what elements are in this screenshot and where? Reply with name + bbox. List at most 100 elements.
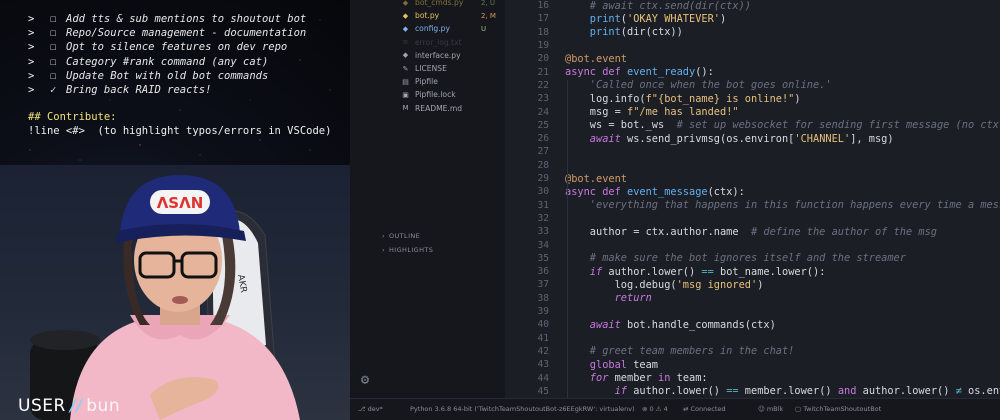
code-text: # await ctx.send(dir(ctx)): [565, 0, 751, 12]
code-text: print('OKAY WHATEVER'): [565, 13, 726, 25]
code-text: if author.lower() == member.lower() and …: [565, 385, 1000, 397]
code-line: 31 'everything that happens in this func…: [505, 199, 1000, 212]
todo-text: Add tts & sub mentions to shoutout bot: [66, 13, 307, 25]
highlights-label: HIGHLIGHTS: [389, 246, 434, 254]
code-line: 30 async def event_message(ctx):: [505, 185, 745, 198]
line-number: 20: [537, 53, 549, 65]
highlights-section-header[interactable]: › HIGHLIGHTS: [382, 246, 433, 254]
python-file-icon: ◆: [402, 24, 409, 33]
checkbox-icon: ☐: [50, 41, 57, 54]
explorer-file-item[interactable]: ▤ Pipfile: [350, 75, 505, 88]
code-token: global: [565, 358, 634, 371]
file-list: ◆ bot_cmds.py 2, U ◆ bot.py 2, M ◆ config.py U ≡ e…: [350, 0, 505, 115]
code-line: 41: [505, 332, 565, 345]
python-file-icon: ◆: [402, 0, 409, 7]
checkmark-icon: ✓: [50, 84, 57, 97]
todo-text: Update Bot with old bot commands: [66, 69, 269, 82]
code-text: async def event_message(ctx):: [565, 186, 745, 198]
explorer-file-item[interactable]: ◆ bot_cmds.py 2, U: [350, 0, 505, 9]
code-line: 40 await bot.handle_commands(ctx): [505, 318, 775, 331]
line-number: 23: [537, 93, 549, 105]
svg-text:ΛSΛN: ΛSΛN: [157, 194, 204, 212]
code-line: 36 if author.lower() == bot_name.lower()…: [505, 265, 825, 278]
code-token: 'Called once when the bot goes online.': [565, 79, 832, 92]
code-token: async def: [565, 185, 627, 198]
liveshare-status[interactable]: ⇄ Connected: [683, 405, 726, 413]
code-line: 25 ws = bot._ws # set up websocket for s…: [505, 119, 1000, 132]
code-token: in: [658, 372, 677, 385]
code-token: (ctx):: [707, 185, 745, 198]
channel-brand: USER//bun: [18, 396, 120, 416]
line-number: 25: [537, 119, 549, 131]
connected-label: Connected: [690, 405, 726, 413]
explorer-file-item[interactable]: ≡ error_log.txt: [350, 36, 505, 49]
explorer-file-item[interactable]: ◆ config.py U: [350, 22, 505, 35]
file-name: README.md: [415, 103, 463, 113]
line-number: 32: [537, 212, 549, 224]
code-text: 'everything that happens in this functio…: [565, 199, 1000, 211]
code-token: 'msg ignored': [676, 278, 758, 291]
todo-text: Bring back RAID reacts!: [66, 84, 212, 97]
line-number: 30: [537, 186, 549, 198]
code-token: 'everything that happens in this functio…: [565, 199, 1000, 212]
todo-item: > ☐ Update Bot with old bot commands: [28, 69, 306, 83]
todo-item: > ☐ Opt to silence features on dev repo: [28, 40, 306, 54]
explorer-file-item[interactable]: M README.md: [350, 102, 505, 115]
code-text: log.info(f"{bot_name} is online!"): [565, 93, 801, 105]
file-name: bot.py: [415, 11, 440, 21]
todo-text: Category #rank command (any cat): [66, 55, 269, 68]
code-text: # greet team members in the chat!: [565, 345, 795, 357]
file-name: Pipfile: [415, 77, 438, 87]
code-line: 44 for member in team:: [505, 371, 707, 385]
code-text: @bot.event: [565, 53, 627, 65]
code-token: @bot.event: [565, 172, 627, 185]
code-text: print(dir(ctx)): [565, 26, 683, 38]
line-number: 36: [537, 266, 549, 278]
explorer-file-item[interactable]: ✎ LICENSE: [350, 62, 505, 75]
bullet-arrow-icon: >: [28, 27, 35, 40]
branch-name: dev*: [367, 405, 383, 413]
code-token: member.lower(): [738, 385, 838, 398]
python-file-icon: ◆: [402, 11, 409, 20]
code-token: ], msg): [850, 132, 894, 145]
code-token: author.lower(): [862, 385, 956, 398]
code-text-area[interactable]: 16 # await ctx.send(dir(ctx)) 17 print('O…: [505, 0, 1000, 398]
outline-section-header[interactable]: › OUTLINE: [382, 232, 420, 240]
todo-item: > ✓ Bring back RAID reacts!: [28, 83, 306, 97]
todo-text: Repo/Source management - documentation: [66, 27, 307, 40]
explorer-file-item[interactable]: ◆ interface.py: [350, 49, 505, 62]
explorer-file-item[interactable]: ◆ bot.py 2, M: [350, 9, 505, 22]
code-token: f"{bot_name} is online!": [645, 92, 795, 105]
line-number: 28: [537, 159, 549, 171]
python-interpreter-status[interactable]: Python 3.6.8 64-bit ('TwitchTeamShoutout…: [410, 405, 635, 413]
code-token: author.lower(): [633, 385, 727, 398]
line-number: 19: [537, 40, 549, 52]
code-text: # make sure the bot ignores itself and t…: [565, 252, 906, 264]
code-token: ws = bot._ws: [565, 119, 677, 132]
code-text: author = ctx.author.name # define the au…: [565, 226, 937, 238]
code-line: 43 global team: [505, 358, 658, 371]
code-token: ): [757, 278, 764, 291]
todo-list: > ☐ Add tts & sub mentions to shoutout bot…: [28, 12, 306, 97]
code-line: 19: [505, 39, 565, 52]
line-number: 41: [537, 332, 549, 344]
gear-icon[interactable]: ⚙: [357, 372, 373, 388]
code-text: await ws.send_privmsg(os.environ['CHANNE…: [565, 133, 894, 145]
code-token: log.debug(: [565, 278, 677, 291]
brand-part1: USER: [18, 396, 66, 416]
account-status[interactable]: ☺ mBlk: [758, 405, 783, 413]
code-token: # define the author of the msg: [750, 225, 937, 238]
problems-status[interactable]: ⊗ 0 ⚠ 4: [642, 405, 668, 413]
git-branch-status[interactable]: ⎇ dev*: [358, 405, 383, 413]
text-file-icon: ≡: [402, 38, 409, 47]
bullet-arrow-icon: >: [28, 55, 35, 68]
code-line: 20 @bot.event: [505, 52, 627, 65]
code-editor-window: ◆ bot_cmds.py 2, U ◆ bot.py 2, M ◆ config.py U ≡ e…: [350, 0, 1000, 420]
code-token: ==: [701, 265, 714, 278]
code-token: return: [565, 292, 652, 305]
file-name: error_log.txt: [415, 37, 462, 47]
indent-guide: [567, 80, 568, 398]
explorer-file-item[interactable]: ▣ Pipfile.lock: [350, 88, 505, 101]
project-status[interactable]: ▢ TwitchTeamShoutoutBot: [795, 405, 881, 413]
file-name: interface.py: [415, 50, 461, 60]
